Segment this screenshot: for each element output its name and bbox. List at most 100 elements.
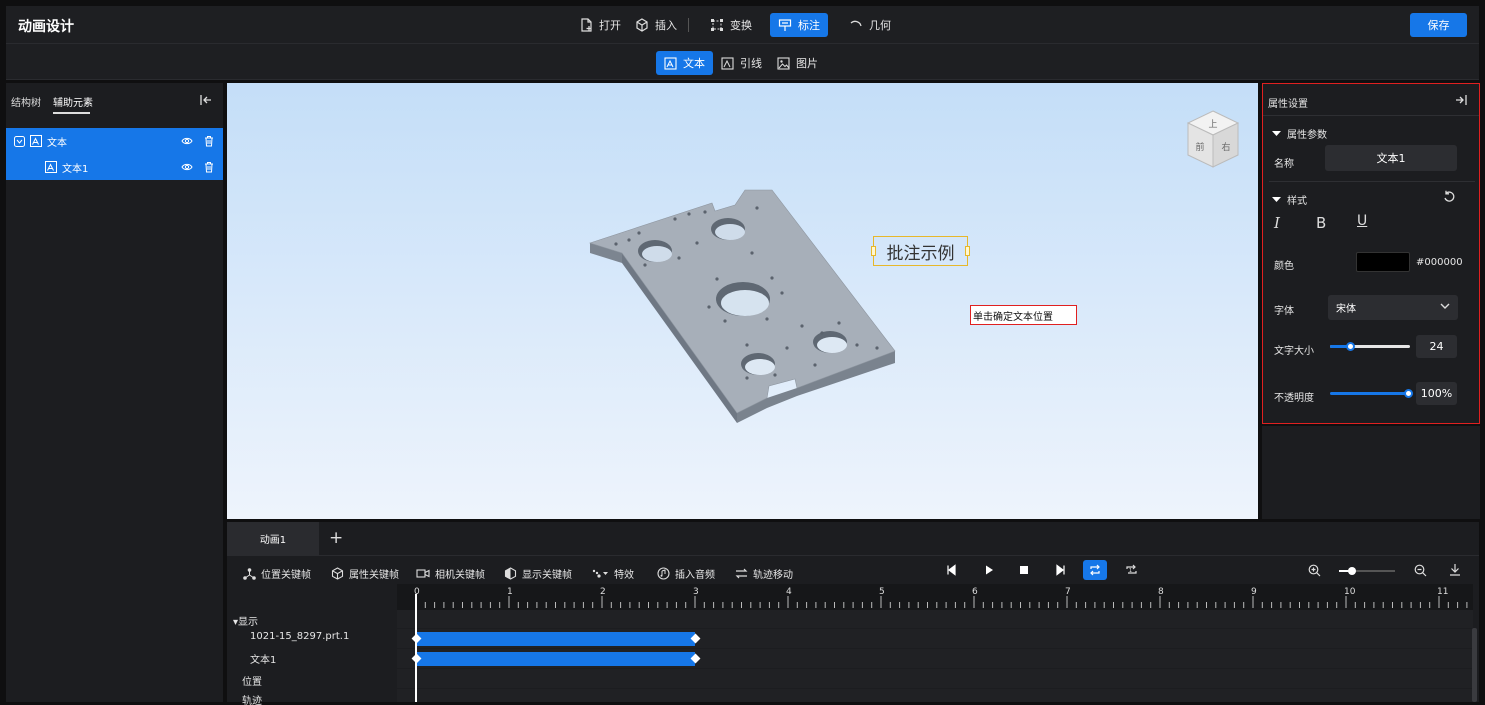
tab-auxiliary-elements[interactable]: 辅助元素	[53, 94, 93, 109]
app-title: 动画设计	[18, 19, 74, 35]
menu-insert[interactable]: 插入	[627, 13, 685, 37]
step-forward-icon[interactable]	[1054, 564, 1066, 576]
3d-viewport[interactable]: 上 前 右 批注示例 单击确定文本位置	[227, 83, 1258, 519]
effects-label: 特效	[614, 570, 634, 581]
tree-item-text1[interactable]: 文本1	[6, 154, 223, 180]
opacity-slider-thumb[interactable]	[1404, 389, 1413, 398]
params-section-title: 属性参数	[1287, 130, 1327, 141]
ruler-number: 11	[1437, 587, 1448, 597]
track-row	[397, 669, 1473, 688]
bold-button[interactable]: B	[1316, 214, 1326, 232]
zoom-slider-thumb[interactable]	[1348, 567, 1356, 575]
path-move-label: 轨迹移动	[753, 570, 793, 581]
font-label: 字体	[1274, 306, 1294, 317]
right-panel-empty	[1262, 426, 1480, 519]
opacity-input[interactable]: 100%	[1416, 382, 1457, 405]
menu-geometry[interactable]: 几何	[841, 13, 899, 37]
group-display-label[interactable]: ▾显示	[233, 613, 258, 628]
timeline-panel: 动画1 + 位置关键帧 属性关键帧 相机关键帧 显示关键帧 特效 插入音频 轨迹…	[227, 522, 1479, 705]
font-size-slider-thumb[interactable]	[1346, 342, 1355, 351]
tab-animation-1[interactable]: 动画1	[227, 522, 319, 555]
reset-icon[interactable]	[1443, 190, 1456, 203]
italic-button[interactable]: I	[1274, 214, 1280, 232]
time-ruler[interactable]: 0 1 2 3 4 5 6 7 8 9 10 11	[397, 584, 1473, 610]
step-back-icon[interactable]	[946, 564, 958, 576]
add-animation-button[interactable]: +	[329, 528, 343, 548]
menu-open[interactable]: 打开	[571, 13, 629, 37]
playhead[interactable]	[415, 594, 417, 702]
trash-icon[interactable]	[203, 135, 215, 147]
sub-leader-button[interactable]: 引线	[713, 51, 770, 75]
open-file-icon	[579, 18, 593, 32]
view-cube[interactable]: 上 前 右	[1182, 105, 1244, 173]
path-move-button[interactable]: 轨迹移动	[735, 566, 793, 581]
ruler-number: 8	[1158, 587, 1164, 597]
font-select[interactable]: 宋体	[1328, 295, 1458, 320]
params-section-header[interactable]: 属性参数	[1272, 126, 1327, 141]
display-keyframe-button[interactable]: 显示关键帧	[504, 566, 572, 581]
tab-structure-tree[interactable]: 结构树	[11, 94, 41, 109]
opacity-slider-track[interactable]	[1330, 389, 1413, 398]
play-icon[interactable]	[983, 564, 995, 576]
sub-leader-label: 引线	[740, 57, 762, 70]
loop-toggle-button[interactable]	[1083, 560, 1107, 580]
save-button[interactable]: 保存	[1410, 13, 1467, 37]
eye-icon[interactable]	[181, 135, 193, 147]
trash-icon[interactable]	[203, 161, 215, 173]
position-keyframe-icon	[243, 567, 256, 580]
ruler-number: 5	[879, 587, 885, 597]
resize-handle-right[interactable]	[965, 246, 970, 256]
camera-keyframe-button[interactable]: 相机关键帧	[416, 566, 485, 581]
position-keyframe-label: 位置关键帧	[261, 570, 311, 581]
ruler-number: 1	[507, 587, 513, 597]
collapse-panel-icon[interactable]	[199, 93, 213, 107]
collapse-right-panel-icon[interactable]	[1454, 93, 1468, 107]
annotation-text-box[interactable]: 批注示例	[871, 236, 970, 266]
keyframe-bar[interactable]	[416, 632, 695, 646]
underline-button[interactable]: U	[1357, 213, 1367, 229]
color-label: 颜色	[1274, 261, 1294, 272]
text-image-icon	[664, 56, 677, 70]
name-input[interactable]: 文本1	[1325, 145, 1457, 171]
position-keyframe-button[interactable]: 位置关键帧	[243, 566, 311, 581]
download-icon[interactable]	[1449, 563, 1461, 576]
eye-icon[interactable]	[181, 161, 193, 173]
keyframe-bar[interactable]	[416, 652, 695, 666]
style-section-header[interactable]: 样式	[1272, 192, 1307, 207]
track-label-text1: 文本1	[250, 655, 277, 666]
style-section-title: 样式	[1287, 196, 1307, 207]
tree-item-text-group[interactable]: 文本	[6, 128, 223, 154]
zoom-slider-track[interactable]	[1339, 567, 1395, 575]
view-cube-front-label: 前	[1195, 141, 1204, 153]
menu-annotate-label: 标注	[798, 19, 820, 32]
sub-text-button[interactable]: 文本	[656, 51, 713, 75]
zoom-in-icon[interactable]	[1308, 564, 1321, 577]
font-size-input[interactable]: 24	[1416, 335, 1457, 358]
ruler-number: 2	[600, 587, 606, 597]
effects-button[interactable]: 特效	[591, 566, 634, 581]
menu-open-label: 打开	[599, 19, 621, 32]
zoom-out-icon[interactable]	[1414, 564, 1427, 577]
menu-transform-label: 变换	[730, 19, 752, 32]
resize-handle-left[interactable]	[871, 246, 876, 256]
color-swatch[interactable]	[1356, 252, 1410, 272]
name-label: 名称	[1274, 159, 1294, 170]
path-move-icon	[735, 567, 748, 580]
menu-transform[interactable]: 变换	[702, 13, 760, 37]
part-model[interactable]	[227, 83, 1258, 519]
play-once-icon[interactable]: 1	[1125, 564, 1138, 576]
menu-annotate[interactable]: 标注	[770, 13, 828, 37]
insert-audio-label: 插入音频	[675, 570, 715, 581]
stop-icon[interactable]	[1018, 564, 1030, 576]
tree-item-label: 文本1	[62, 163, 89, 175]
property-keyframe-label: 属性关键帧	[349, 570, 399, 581]
property-keyframe-button[interactable]: 属性关键帧	[331, 566, 399, 581]
caret-down-icon	[1272, 195, 1281, 204]
sub-picture-button[interactable]: 图片	[769, 51, 826, 75]
timeline-scrollbar[interactable]	[1472, 628, 1477, 702]
ruler-number: 4	[786, 587, 792, 597]
font-size-slider-track[interactable]	[1330, 342, 1410, 351]
expand-toggle-icon[interactable]	[14, 135, 25, 147]
insert-audio-button[interactable]: 插入音频	[657, 566, 715, 581]
divider	[1263, 115, 1479, 116]
